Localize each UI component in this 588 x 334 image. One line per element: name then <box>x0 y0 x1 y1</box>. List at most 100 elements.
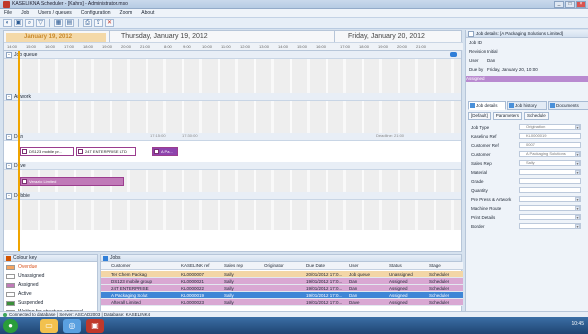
lane-dave[interactable]: Verazio Limited <box>4 170 461 192</box>
chevron-down-icon[interactable]: ▾ <box>575 161 580 165</box>
grid-icon[interactable]: ▦ <box>54 19 63 27</box>
column-header[interactable]: Stage <box>429 262 441 270</box>
schedule-button[interactable]: Schedule <box>524 112 549 120</box>
group-header-job-queue[interactable]: - Job queue <box>4 51 461 59</box>
detail-field: Customer Ref 0007 <box>471 142 587 149</box>
collapse-icon[interactable]: - <box>6 193 12 199</box>
group-header-debbie[interactable]: - Debbie <box>4 192 461 200</box>
collapse-icon[interactable]: - <box>6 52 12 58</box>
minimize-button[interactable]: _ <box>554 1 564 8</box>
menu-job[interactable]: Job <box>21 10 29 16</box>
current-date-label[interactable]: January 19, 2012 <box>6 33 106 42</box>
chevron-down-icon[interactable]: ▾ <box>575 152 580 156</box>
tab-job-history[interactable]: Job history <box>507 101 547 110</box>
field-input[interactable] <box>519 178 581 184</box>
table-row[interactable]: 24T ENTERPRISE KL0000022 Sally 19/01/2012 1… <box>101 285 463 292</box>
field-input[interactable]: ▾ <box>519 205 581 211</box>
chevron-down-icon[interactable]: ▾ <box>575 206 580 210</box>
task-ds123-mobile[interactable]: DS123 mobile pr... <box>20 147 74 156</box>
menu-configuration[interactable]: Configuration <box>81 10 111 16</box>
time-tick: 14:00 <box>7 44 18 49</box>
default-button[interactable]: [Default] <box>468 112 491 120</box>
tab-documents[interactable]: Documents <box>548 101 588 110</box>
field-input[interactable]: Origination ▾ <box>519 124 581 130</box>
parameters-button[interactable]: Parameters <box>492 112 523 120</box>
field-input[interactable]: ▾ <box>519 223 581 229</box>
field-input[interactable]: ▾ <box>519 196 581 202</box>
column-header[interactable]: User <box>349 262 359 270</box>
chevron-down-icon[interactable]: ▾ <box>575 125 580 129</box>
maximize-button[interactable]: □ <box>565 1 575 8</box>
export-icon[interactable]: ⇪ <box>94 19 103 27</box>
colour-key-item: Suspended <box>4 299 99 308</box>
summary-row: Assigned <box>466 76 588 82</box>
chevron-down-icon[interactable]: ▾ <box>575 197 580 201</box>
colour-key-label: Unassigned <box>18 273 45 279</box>
scroll-arrow-icon[interactable] <box>450 52 457 57</box>
chevron-down-icon[interactable]: ▾ <box>575 224 580 228</box>
field-input[interactable] <box>519 187 581 193</box>
menu-zoom[interactable]: Zoom <box>120 10 133 16</box>
lane-job-queue[interactable] <box>4 59 461 93</box>
filter-icon[interactable]: ▽ <box>36 19 45 27</box>
scheduler-app-icon[interactable]: ▣ <box>86 319 104 333</box>
start-icon[interactable]: ● <box>3 319 18 333</box>
field-value: A Packaging Solutions <box>526 151 566 156</box>
collapse-icon[interactable]: - <box>6 163 12 169</box>
task-24t-enterprise[interactable]: 24T ENTERPRISE LTD <box>76 147 136 156</box>
summary-row: Job ID <box>469 40 587 46</box>
field-input[interactable]: Sally ▾ <box>519 160 581 166</box>
search-icon[interactable]: ⌕ <box>25 19 34 27</box>
field-value: 0007 <box>526 142 535 147</box>
column-header[interactable]: Status <box>389 262 402 270</box>
field-label: Material <box>471 170 488 175</box>
group-header-dave[interactable]: - Dave <box>4 162 461 170</box>
close-panel-icon[interactable] <box>468 31 474 37</box>
menu-about[interactable]: About <box>141 10 154 16</box>
collapse-icon[interactable]: - <box>6 94 12 100</box>
summary-row: Revision Initial <box>469 49 587 55</box>
column-header[interactable]: Due Date <box>306 262 325 270</box>
open-icon[interactable]: ◐ <box>3 19 12 27</box>
calendar-icon[interactable]: ▤ <box>65 19 74 27</box>
field-input[interactable]: 0007 <box>519 142 581 148</box>
system-clock: 10:45 <box>571 321 584 327</box>
column-header[interactable]: KASELINK ref <box>181 262 210 270</box>
table-row[interactable]: Ter Chem Packag KL0000007 Sally 20/01/2012 … <box>101 271 463 278</box>
collapse-icon[interactable]: - <box>6 134 12 140</box>
task-a-packaging[interactable]: A Pa... <box>152 147 178 156</box>
history-icon <box>509 103 514 108</box>
print-icon[interactable]: ⎙ <box>83 19 92 27</box>
menu-file[interactable]: File <box>4 10 12 16</box>
column-header[interactable]: Sales rep <box>224 262 243 270</box>
field-label: Pre Press & Artwork <box>471 197 512 202</box>
chevron-down-icon[interactable]: ▾ <box>575 170 580 174</box>
column-header[interactable]: Customer <box>111 262 131 270</box>
folder-icon[interactable]: ▭ <box>40 319 58 333</box>
lane-dan[interactable]: 17:15:00 17:30:00 Deadline: 21:00 DS123 … <box>4 133 461 162</box>
lane-debbie[interactable] <box>4 200 461 230</box>
toolbar-separator <box>78 19 79 27</box>
table-row[interactable]: A Packaging Solut KL0000019 Sally 19/01/201… <box>101 292 463 299</box>
delete-icon[interactable]: ✕ <box>105 19 114 27</box>
field-input[interactable]: KL0000019 <box>519 133 581 139</box>
table-cell: DS123 mobile group <box>111 279 153 284</box>
browser-icon[interactable]: ◎ <box>63 319 81 333</box>
field-input[interactable]: ▾ <box>519 169 581 175</box>
save-icon[interactable]: ▣ <box>14 19 23 27</box>
table-cell: Job queue <box>349 272 371 277</box>
group-header-artwork[interactable]: - Artwork <box>4 93 461 101</box>
lane-artwork[interactable] <box>4 101 461 133</box>
table-row[interactable]: Afterall Limited KL0000023 Sally 19/01/2012… <box>101 299 463 306</box>
chevron-down-icon[interactable]: ▾ <box>575 215 580 219</box>
schedule-gantt[interactable]: - Job queue - Artwork - Dan 17:15:00 17:… <box>3 50 462 252</box>
field-input[interactable]: ▾ <box>519 214 581 220</box>
tab-job-details[interactable]: Job details <box>468 101 506 110</box>
jobs-icon <box>103 256 108 261</box>
menu-users-queues[interactable]: Users / queues <box>38 10 72 16</box>
field-input[interactable]: A Packaging Solutions ▾ <box>519 151 581 157</box>
table-row[interactable]: DS123 mobile group KL0000021 Sally 19/01/20… <box>101 278 463 285</box>
task-verazio-limited[interactable]: Verazio Limited <box>20 177 124 186</box>
close-button[interactable]: × <box>576 1 586 8</box>
column-header[interactable]: Originator <box>264 262 284 270</box>
